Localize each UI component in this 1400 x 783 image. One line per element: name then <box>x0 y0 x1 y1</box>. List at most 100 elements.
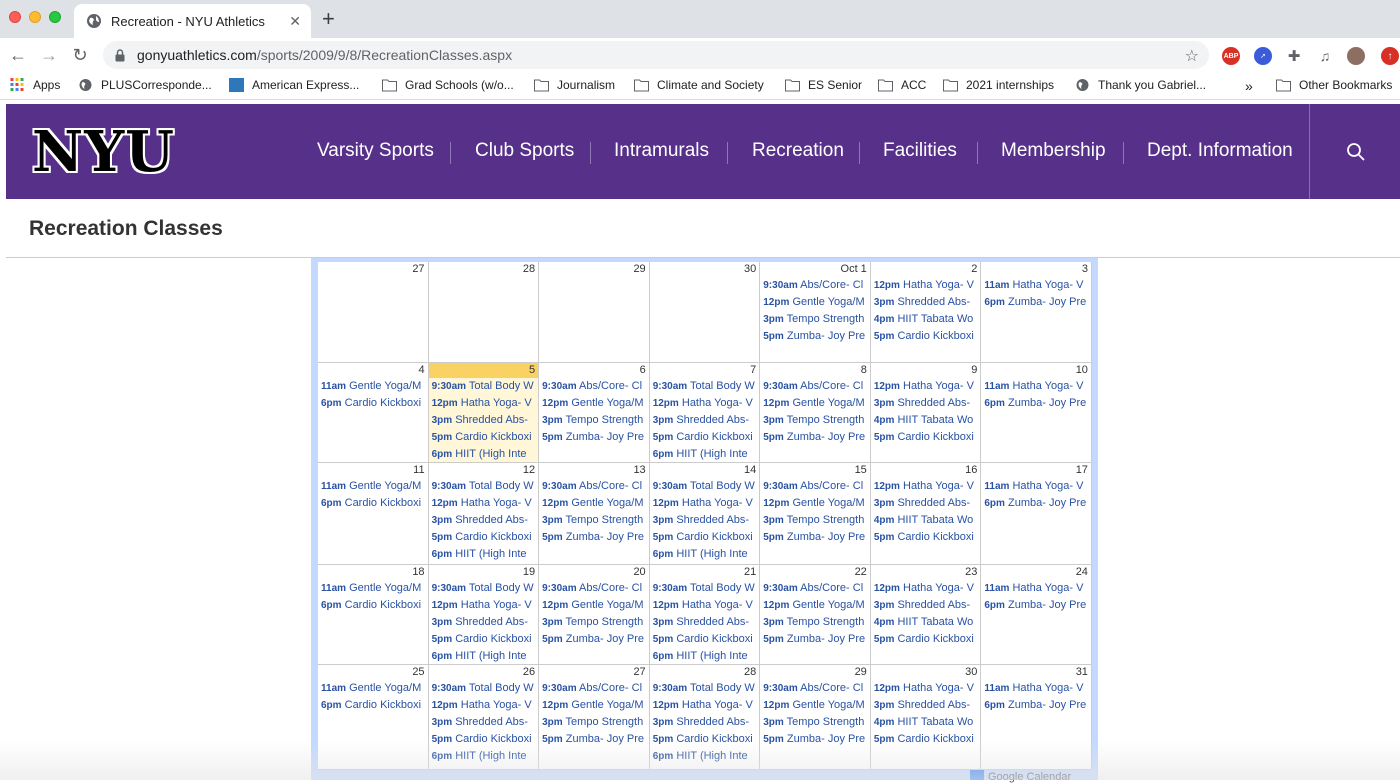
calendar-event[interactable]: 9:30am Abs/Core- Cl <box>760 680 870 697</box>
bookmark-folder-acc[interactable]: ACC <box>878 78 926 92</box>
calendar-event[interactable]: 9:30am Total Body W <box>650 478 760 495</box>
calendar-event[interactable]: 3pm Tempo Strength <box>760 512 870 529</box>
update-alert-icon[interactable]: ↑ <box>1381 47 1399 65</box>
calendar-event[interactable]: 3pm Shredded Abs- <box>429 512 539 529</box>
calendar-event[interactable]: 9:30am Total Body W <box>650 580 760 597</box>
google-calendar-badge[interactable]: Google Calendar <box>970 770 1090 783</box>
calendar-event[interactable]: 6pm Zumba- Joy Pre <box>981 697 1091 714</box>
calendar-event[interactable]: 9:30am Abs/Core- Cl <box>760 478 870 495</box>
profile-avatar[interactable] <box>1347 47 1365 65</box>
adblock-extension-icon[interactable]: ABP <box>1222 47 1240 65</box>
calendar-event[interactable]: 3pm Shredded Abs- <box>871 597 981 614</box>
calendar-event[interactable]: 12pm Hatha Yoga- V <box>429 597 539 614</box>
calendar-event[interactable]: 5pm Zumba- Joy Pre <box>539 731 649 748</box>
calendar-event[interactable]: 12pm Gentle Yoga/M <box>539 495 649 512</box>
calendar-event[interactable]: 12pm Hatha Yoga- V <box>429 395 539 412</box>
calendar-day[interactable]: 12 9:30am Total Body W 12pm Hatha Yoga- V3… <box>428 463 540 565</box>
maximize-window-button[interactable] <box>49 11 61 23</box>
calendar-event[interactable]: 5pm Cardio Kickboxi <box>429 631 539 648</box>
calendar-event[interactable]: 12pm Hatha Yoga- V <box>871 378 981 395</box>
calendar-event[interactable]: 5pm Zumba- Joy Pre <box>760 429 870 446</box>
bookmark-folder-grad-schools[interactable]: Grad Schools (w/o... <box>382 78 514 92</box>
calendar-event[interactable]: 9:30am Abs/Core- Cl <box>539 478 649 495</box>
calendar-event[interactable]: 5pm Cardio Kickboxi <box>871 631 981 648</box>
calendar-event[interactable]: 12pm Gentle Yoga/M <box>539 395 649 412</box>
bookmark-amex[interactable]: American Express... <box>229 78 359 92</box>
bookmark-plus[interactable]: PLUSCorresponde... <box>78 78 212 92</box>
calendar-event[interactable]: 6pm HIIT (High Inte <box>429 446 539 462</box>
nav-recreation[interactable]: Recreation <box>752 140 844 162</box>
calendar-event[interactable]: 5pm Zumba- Joy Pre <box>539 529 649 546</box>
calendar-event[interactable]: 6pm Cardio Kickboxi <box>318 697 428 714</box>
calendar-day[interactable]: 2 12pm Hatha Yoga- V 3pm Shredded Abs- 4pm … <box>870 262 982 363</box>
calendar-day[interactable]: 16 12pm Hatha Yoga- V 3pm Shredded Abs- 4pm… <box>870 463 982 565</box>
calendar-event[interactable]: 3pm Tempo Strength <box>539 614 649 631</box>
calendar-event[interactable]: 5pm Zumba- Joy Pre <box>539 429 649 446</box>
calendar-event[interactable]: 9:30am Abs/Core- Cl <box>760 277 870 294</box>
calendar-event[interactable]: 6pm Zumba- Joy Pre <box>981 395 1091 412</box>
bookmark-folder-other[interactable]: Other Bookmarks <box>1276 78 1392 92</box>
calendar-day[interactable]: 11 11am Gentle Yoga/M 6pm Cardio Kickboxi <box>318 463 429 565</box>
calendar-event[interactable]: 4pm HIIT Tabata Wo <box>871 714 981 731</box>
calendar-day[interactable]: 7 9:30am Total Body W 12pm Hatha Yoga- V 3p… <box>649 363 761 463</box>
calendar-event[interactable]: 11am Hatha Yoga- V <box>981 378 1091 395</box>
calendar-event[interactable]: 12pm Gentle Yoga/M <box>539 597 649 614</box>
calendar-event[interactable]: 12pm Gentle Yoga/M <box>760 697 870 714</box>
calendar-day[interactable]: 21 9:30am Total Body W 12pm Hatha Yoga- V3… <box>649 565 761 665</box>
calendar-day[interactable]: 29 9:30am Abs/Core- Cl 12pm Gentle Yoga/M 3… <box>760 665 871 770</box>
calendar-event[interactable]: 4pm HIIT Tabata Wo <box>871 512 981 529</box>
calendar-event[interactable]: 3pm Shredded Abs- <box>429 714 539 731</box>
calendar-day[interactable]: 9 12pm Hatha Yoga- V 3pm Shredded Abs- 4pm … <box>870 363 982 463</box>
calendar-event[interactable]: 9:30am Total Body W <box>429 378 539 395</box>
calendar-day[interactable]: 30 <box>649 262 761 363</box>
calendar-event[interactable]: 11am Hatha Yoga- V <box>981 478 1091 495</box>
calendar-event[interactable]: 6pm HIIT (High Inte <box>429 748 539 765</box>
calendar-event[interactable]: 5pm Cardio Kickboxi <box>871 529 981 546</box>
calendar-event[interactable]: 9:30am Total Body W <box>650 680 760 697</box>
calendar-day[interactable]: 6 9:30am Abs/Core- Cl 12pm Gentle Yoga/M 3p… <box>539 363 650 463</box>
calendar-day[interactable]: 27 9:30am Abs/Core- Cl 12pm Gentle Yoga/M 3… <box>539 665 650 770</box>
calendar-event[interactable]: 5pm Zumba- Joy Pre <box>760 731 870 748</box>
calendar-event[interactable]: 3pm Tempo Strength <box>539 714 649 731</box>
bookmark-folder-journalism[interactable]: Journalism <box>534 78 615 92</box>
calendar-event[interactable]: 3pm Shredded Abs- <box>429 614 539 631</box>
calendar-event[interactable]: 3pm Shredded Abs- <box>871 294 981 311</box>
calendar-event[interactable]: 6pm Zumba- Joy Pre <box>981 294 1091 311</box>
bookmark-apps[interactable]: Apps <box>10 78 60 92</box>
search-icon[interactable] <box>1346 142 1366 162</box>
calendar-day[interactable]: 23 12pm Hatha Yoga- V 3pm Shredded Abs- 4pm… <box>870 565 982 665</box>
calendar-event[interactable]: 11am Hatha Yoga- V <box>981 580 1091 597</box>
close-tab-icon[interactable]: ✕ <box>289 13 301 30</box>
calendar-day[interactable]: 8 9:30am Abs/Core- Cl 12pm Gentle Yoga/M 3p… <box>760 363 871 463</box>
calendar-event[interactable]: 11am Gentle Yoga/M <box>318 478 428 495</box>
calendar-event[interactable]: 5pm Zumba- Joy Pre <box>760 529 870 546</box>
calendar-event[interactable]: 5pm Cardio Kickboxi <box>429 529 539 546</box>
nav-membership[interactable]: Membership <box>1001 140 1106 162</box>
calendar-event[interactable]: 5pm Cardio Kickboxi <box>871 731 981 748</box>
calendar-event[interactable]: 12pm Hatha Yoga- V <box>871 478 981 495</box>
calendar-event[interactable]: 4pm HIIT Tabata Wo <box>871 412 981 429</box>
calendar-event[interactable]: 9:30am Total Body W <box>650 378 760 395</box>
calendar-event[interactable]: 12pm Gentle Yoga/M <box>760 495 870 512</box>
calendar-event[interactable]: 12pm Gentle Yoga/M <box>760 597 870 614</box>
calendar-event[interactable]: 12pm Gentle Yoga/M <box>760 294 870 311</box>
calendar-day[interactable]: 28 9:30am Total Body W 12pm Hatha Yoga- V3… <box>649 665 761 770</box>
calendar-event[interactable]: 3pm Shredded Abs- <box>871 495 981 512</box>
browser-tab[interactable]: Recreation - NYU Athletics ✕ <box>74 4 311 38</box>
calendar-event[interactable]: 9:30am Abs/Core- Cl <box>539 680 649 697</box>
bookmark-folder-internships[interactable]: 2021 internships <box>943 78 1054 92</box>
nav-dept-information[interactable]: Dept. Information <box>1147 140 1293 162</box>
calendar-event[interactable]: 5pm Zumba- Joy Pre <box>760 328 870 345</box>
calendar-day[interactable]: 27 <box>318 262 429 363</box>
calendar-event[interactable]: 6pm Zumba- Joy Pre <box>981 597 1091 614</box>
reload-button[interactable]: ↻ <box>69 44 91 66</box>
calendar-event[interactable]: 6pm HIIT (High Inte <box>650 446 760 462</box>
calendar-day[interactable]: 25 11am Gentle Yoga/M 6pm Cardio Kickboxi <box>318 665 429 770</box>
calendar-event[interactable]: 12pm Hatha Yoga- V <box>650 395 760 412</box>
calendar-event[interactable]: 3pm Shredded Abs- <box>871 395 981 412</box>
calendar-day[interactable]: 26 9:30am Total Body W 12pm Hatha Yoga- V3… <box>428 665 540 770</box>
calendar-day[interactable]: 18 11am Gentle Yoga/M 6pm Cardio Kickboxi <box>318 565 429 665</box>
calendar-day[interactable]: 28 <box>428 262 540 363</box>
new-tab-button[interactable]: + <box>322 8 335 30</box>
bookmark-star-icon[interactable]: ☆ <box>1185 46 1199 66</box>
